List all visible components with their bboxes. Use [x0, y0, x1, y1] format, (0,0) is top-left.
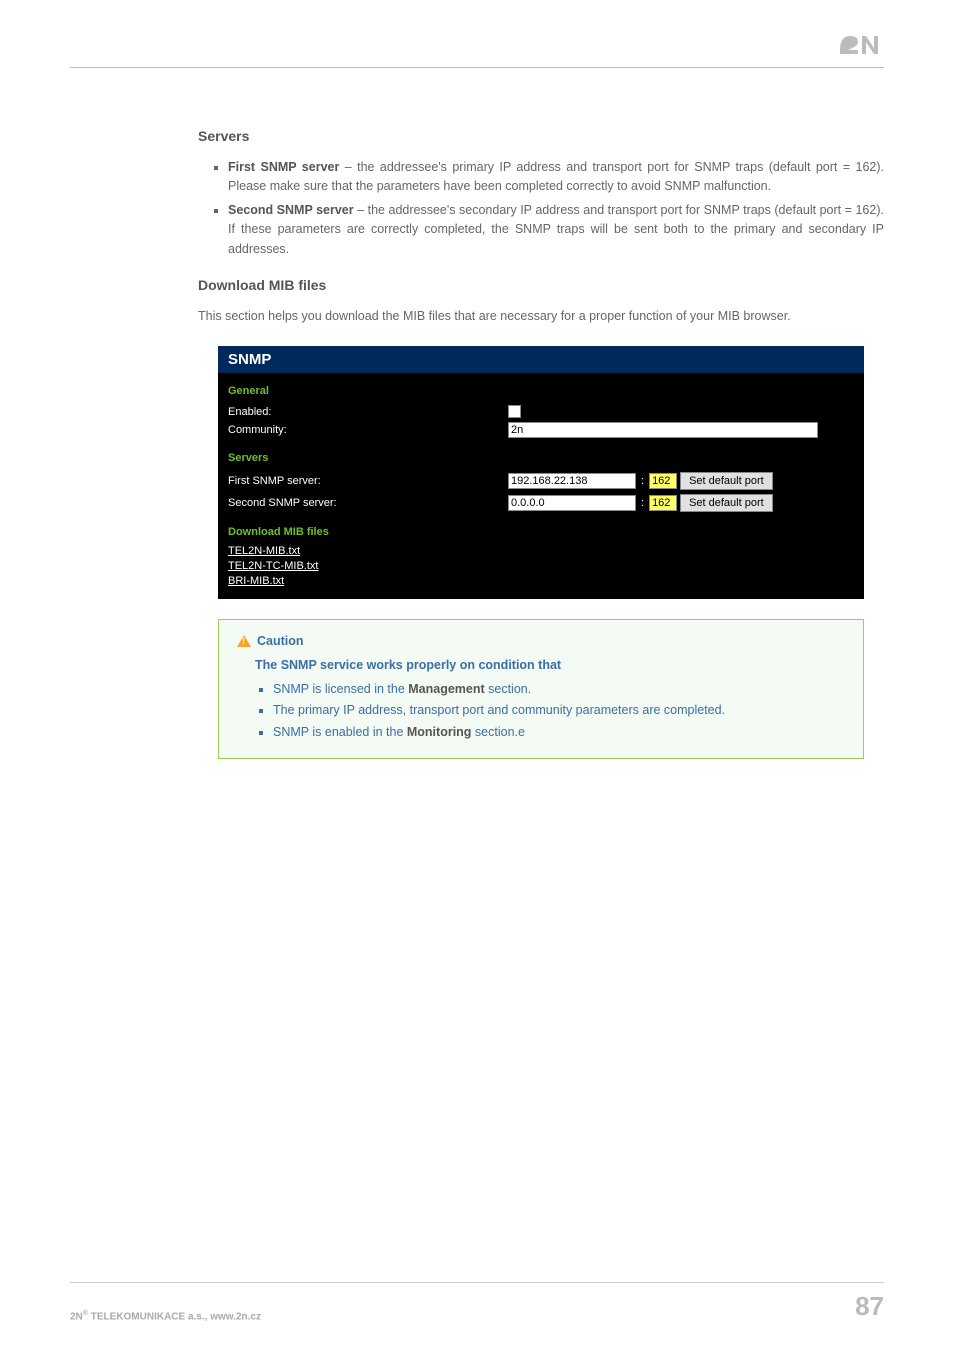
list-item: SNMP is enabled in the Monitoring sectio… [273, 723, 845, 742]
second-set-default-button[interactable]: Set default port [680, 494, 773, 512]
second-ip-input[interactable] [508, 495, 636, 511]
first-snmp-label: First SNMP server [228, 160, 339, 174]
list-item: The primary IP address, transport port a… [273, 701, 845, 720]
page-number: 87 [855, 1291, 884, 1322]
enabled-checkbox[interactable] [508, 405, 521, 418]
mib-file-link[interactable]: TEL2N-MIB.txt [218, 544, 864, 559]
snmp-panel: SNMP General Enabled: Community: Servers… [218, 346, 864, 599]
caution-title: Caution [257, 634, 304, 648]
list-item: Second SNMP server – the addressee's sec… [228, 201, 884, 259]
caution-subtitle: The SNMP service works properly on condi… [255, 658, 845, 672]
text-bold: Management [408, 682, 484, 696]
community-label: Community: [228, 424, 508, 436]
logo-2n [838, 28, 884, 58]
caution-box: Caution The SNMP service works properly … [218, 619, 864, 759]
servers-heading: Servers [198, 128, 884, 144]
footer: 2N® TELEKOMUNIKACE a.s., www.2n.cz 87 [70, 1282, 884, 1322]
snmp-servers-heading: Servers [218, 440, 864, 470]
footer-pre: 2N [70, 1311, 83, 1322]
text-bold: Monitoring [407, 725, 472, 739]
community-input[interactable] [508, 422, 818, 438]
download-heading: Download MIB files [198, 277, 884, 293]
mib-file-link[interactable]: TEL2N-TC-MIB.txt [218, 559, 864, 574]
colon: : [639, 475, 646, 487]
enabled-label: Enabled: [228, 406, 508, 418]
snmp-title: SNMP [218, 346, 864, 373]
snmp-download-heading: Download MIB files [218, 514, 864, 544]
text: SNMP is licensed in the [273, 682, 408, 696]
text: section. [485, 682, 532, 696]
warning-icon [237, 635, 251, 647]
list-item: SNMP is licensed in the Management secti… [273, 680, 845, 699]
second-server-label: Second SNMP server: [228, 497, 508, 509]
first-server-label: First SNMP server: [228, 475, 508, 487]
text: SNMP is enabled in the [273, 725, 407, 739]
text: The primary IP address, transport port a… [273, 703, 725, 717]
servers-list: First SNMP server – the addressee's prim… [198, 158, 884, 259]
mib-file-link[interactable]: BRI-MIB.txt [218, 574, 864, 589]
first-port-input[interactable] [649, 473, 677, 489]
first-ip-input[interactable] [508, 473, 636, 489]
download-desc: This section helps you download the MIB … [198, 307, 884, 326]
first-set-default-button[interactable]: Set default port [680, 472, 773, 490]
second-port-input[interactable] [649, 495, 677, 511]
colon: : [639, 497, 646, 509]
second-snmp-label: Second SNMP server [228, 203, 354, 217]
text: section.e [471, 725, 525, 739]
footer-post: TELEKOMUNIKACE a.s., www.2n.cz [88, 1311, 261, 1322]
caution-list: SNMP is licensed in the Management secti… [237, 680, 845, 742]
list-item: First SNMP server – the addressee's prim… [228, 158, 884, 197]
snmp-general-heading: General [218, 373, 864, 403]
